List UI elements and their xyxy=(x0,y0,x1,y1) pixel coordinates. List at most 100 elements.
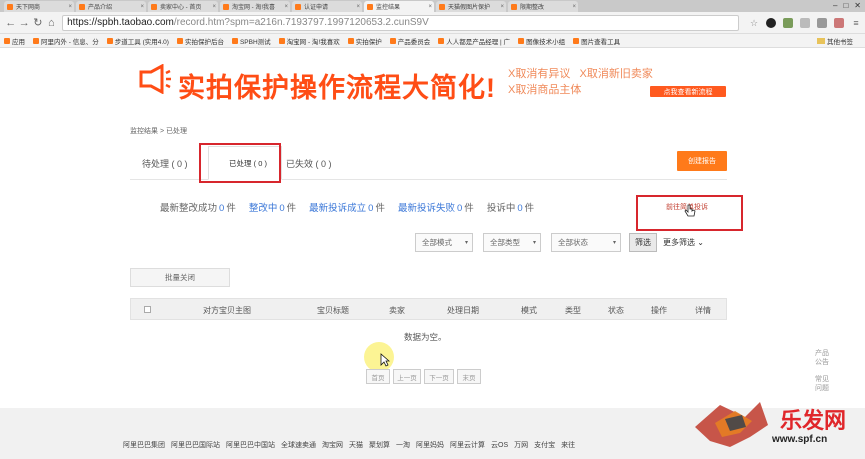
window-controls: – □ ✕ xyxy=(833,1,861,10)
close-tab-icon[interactable]: × xyxy=(284,4,288,10)
bookmark-item[interactable]: SPBH测试 xyxy=(231,36,271,46)
favicon-icon xyxy=(7,3,13,10)
shield-icon[interactable] xyxy=(816,17,827,28)
status-select[interactable]: 全部状态 ▾ xyxy=(551,233,621,252)
browser-tab-label: 认证申请 xyxy=(304,5,329,11)
bookmark-item[interactable]: 淘宝网 - 淘!我喜欢 xyxy=(278,36,340,46)
prev-page-button[interactable]: 上一页 xyxy=(393,369,421,384)
footer-link[interactable]: 阿里巴巴国际站 xyxy=(171,440,220,450)
forward-icon[interactable]: → xyxy=(18,17,32,29)
column-header: 卖家 xyxy=(389,306,405,315)
tab-invalid[interactable]: 已失效 ( 0 ) xyxy=(286,157,332,170)
favicon-icon xyxy=(223,3,229,10)
close-tab-icon[interactable]: × xyxy=(212,4,216,10)
reload-icon[interactable]: ↻ xyxy=(31,16,45,29)
browser-tab[interactable]: 监控结果 × xyxy=(364,1,434,12)
footer-link[interactable]: 来往 xyxy=(561,440,575,450)
close-tab-icon[interactable]: × xyxy=(572,4,576,10)
image-icon[interactable] xyxy=(782,17,793,28)
view-new-process-button[interactable]: 点我查看新流程 xyxy=(650,86,726,97)
mode-select[interactable]: 全部模式 ▾ xyxy=(415,233,473,252)
browser-tab[interactable]: 产品介绍 × xyxy=(76,1,146,12)
stat-count: 0 xyxy=(368,203,374,214)
footer-link[interactable]: 阿里云计算 xyxy=(450,440,485,450)
browser-tab[interactable]: 卖家中心 - 首页 × xyxy=(148,1,218,12)
browser-tab-label: 淘宝网 - 淘!我喜 xyxy=(232,5,275,11)
stat-item[interactable]: 最新整改成功 0 件 xyxy=(160,200,236,214)
menu-icon[interactable]: ≡ xyxy=(851,18,861,28)
browser-tab[interactable]: 认证申请 × xyxy=(292,1,362,12)
footer-link[interactable]: 全球速卖通 xyxy=(281,440,316,450)
megaphone-icon xyxy=(139,64,171,94)
bookmark-item[interactable]: 阿里内外 - 信息、分 xyxy=(33,36,99,46)
close-tab-icon[interactable]: × xyxy=(68,4,72,10)
faq-link[interactable]: 常见问题 xyxy=(812,375,832,393)
banner-tips: X取消有异议 X取消新旧卖家 X取消商品主体 xyxy=(508,66,653,98)
maximize-icon[interactable]: □ xyxy=(843,1,848,10)
stat-item[interactable]: 最新投诉成立 0 件 xyxy=(309,200,385,214)
batch-close-button[interactable]: 批量关闭 xyxy=(130,268,230,287)
stat-label: 最新整改成功 xyxy=(160,203,218,214)
last-page-button[interactable]: 末页 xyxy=(457,369,481,384)
close-tab-icon[interactable]: × xyxy=(428,4,432,10)
browser-tab[interactable]: 淘宝网 - 淘!我喜 × xyxy=(220,1,290,12)
close-tab-icon[interactable]: × xyxy=(356,4,360,10)
favicon-icon xyxy=(151,3,157,10)
create-report-button[interactable]: 创建报告 xyxy=(677,151,727,171)
home-icon[interactable]: ⌂ xyxy=(45,17,59,29)
tab-pending[interactable]: 待处理 ( 0 ) xyxy=(142,157,188,170)
type-select[interactable]: 全部类型 ▾ xyxy=(483,233,541,252)
bookmark-item[interactable]: 实拍保护 xyxy=(347,36,382,46)
bookmark-item[interactable]: 实拍保护后台 xyxy=(176,36,224,46)
bookmark-item[interactable]: 图片查看工具 xyxy=(573,36,620,46)
first-page-button[interactable]: 首页 xyxy=(366,369,390,384)
extension-icon[interactable] xyxy=(799,17,810,28)
star-icon[interactable]: ☆ xyxy=(749,18,759,28)
chevron-down-icon: ▾ xyxy=(532,240,536,246)
close-tab-icon[interactable]: × xyxy=(500,4,504,10)
bookmark-item[interactable]: 产品委员会 xyxy=(389,36,430,46)
bookmark-label: 步道工具 (实用4.0) xyxy=(114,38,169,46)
browser-tab[interactable]: 天猫假图片保护 × xyxy=(436,1,506,12)
footer-link[interactable]: 阿里巴巴中国站 xyxy=(226,440,275,450)
footer-link[interactable]: 云OS xyxy=(491,440,508,450)
bookmark-item[interactable]: 人人都是产品经理 | 广 xyxy=(438,36,510,46)
footer-link[interactable]: 阿里巴巴集团 xyxy=(123,440,165,450)
extension-icon[interactable] xyxy=(765,17,776,28)
footer-link[interactable]: 淘宝网 xyxy=(322,440,343,450)
footer-link[interactable]: 天猫 xyxy=(349,440,363,450)
bookmark-item[interactable]: 图像技术小组 xyxy=(518,36,565,46)
watermark-url: www.spf.cn xyxy=(772,434,828,445)
close-icon[interactable]: ✕ xyxy=(854,1,861,10)
extension-icon[interactable] xyxy=(833,17,844,28)
close-tab-icon[interactable]: × xyxy=(140,4,144,10)
address-bar[interactable]: https://spbh.taobao.com/record.htm?spm=a… xyxy=(62,14,739,31)
footer-link[interactable]: 聚划算 xyxy=(369,440,390,450)
minimize-icon[interactable]: – xyxy=(833,1,837,10)
browser-tab[interactable]: 限期整改 × xyxy=(508,1,578,12)
footer-link[interactable]: 一淘 xyxy=(396,440,410,450)
browser-tab[interactable]: 天下网商 × xyxy=(4,1,74,12)
column-header: 状态 xyxy=(608,306,624,315)
more-filters-label: 更多筛选 xyxy=(663,238,695,247)
bookmark-item[interactable]: 步道工具 (实用4.0) xyxy=(106,36,169,46)
next-page-button[interactable]: 下一页 xyxy=(424,369,454,384)
stat-item[interactable]: 整改中 0 件 xyxy=(249,200,296,214)
footer-link[interactable]: 万网 xyxy=(514,440,528,450)
stat-item[interactable]: 投诉中 0 件 xyxy=(487,200,534,214)
product-announcement-link[interactable]: 产品公告 xyxy=(812,349,832,367)
footer-link[interactable]: 支付宝 xyxy=(534,440,555,450)
column-header: 操作 xyxy=(651,306,667,315)
stat-item[interactable]: 最新投诉失败 0 件 xyxy=(398,200,474,214)
pointer-cursor-icon xyxy=(380,353,390,367)
bookmark-item[interactable]: 应用 xyxy=(4,36,25,46)
back-icon[interactable]: ← xyxy=(4,17,18,29)
bookmark-other[interactable]: 其他书签 xyxy=(817,36,853,46)
more-filters-link[interactable]: 更多筛选 ⌄ xyxy=(663,237,704,248)
footer-link[interactable]: 阿里妈妈 xyxy=(416,440,444,450)
select-all-checkbox[interactable] xyxy=(144,306,151,313)
browser-tab-strip: 天下网商 × 产品介绍 × 卖家中心 - 首页 × 淘宝网 - 淘!我喜 × 认证申请 × 监控结果… xyxy=(0,0,865,12)
filter-button[interactable]: 筛选 xyxy=(629,233,657,252)
highlight-frame xyxy=(199,143,281,183)
table-header: 对方宝贝主图 宝贝标题 卖家 处理日期 模式 类型 状态 操作 详情 xyxy=(130,298,727,320)
